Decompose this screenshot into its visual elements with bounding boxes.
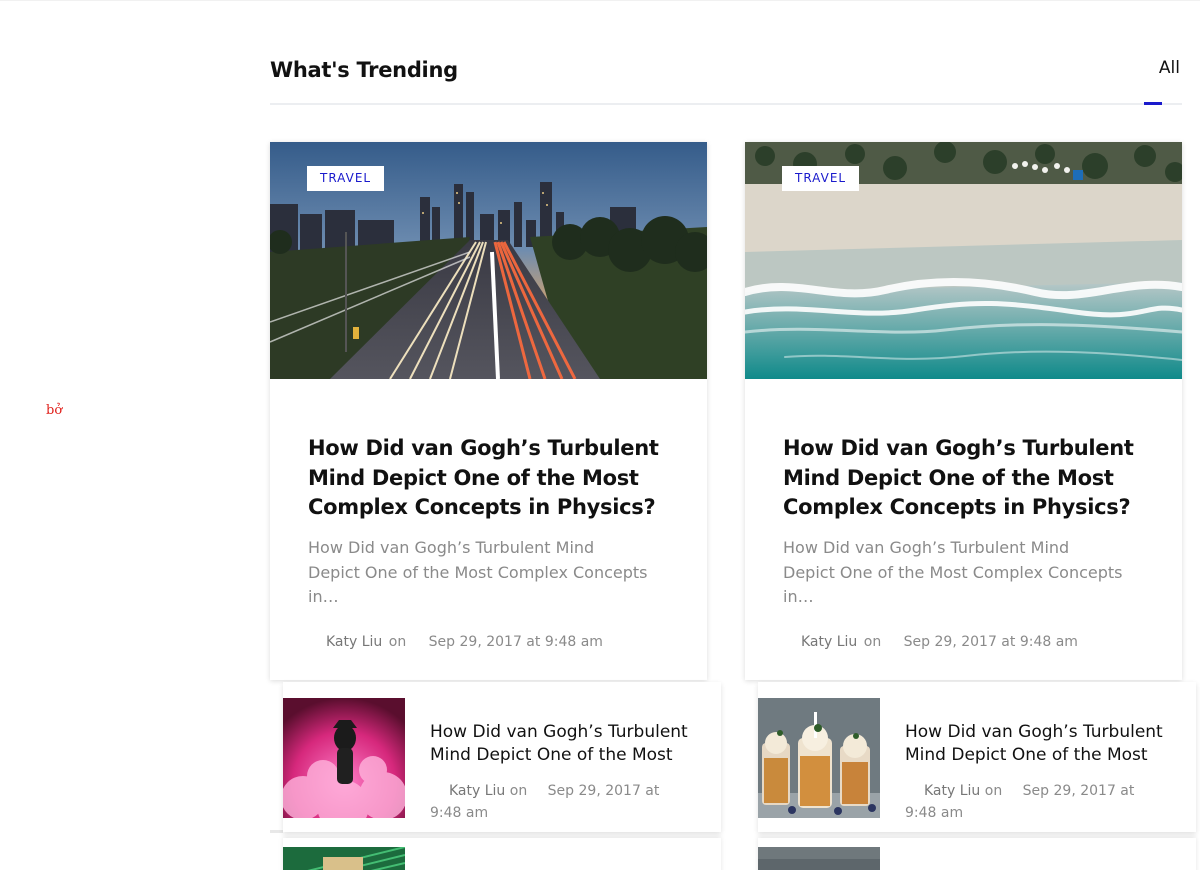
post-meta: Katy Liu on Sep 29, 2017 at 9:48 am xyxy=(801,634,1078,650)
post-date: Sep 29, 2017 at 9:48 am xyxy=(428,634,603,650)
post-card[interactable]: TRAVEL How Did van Gogh’s Turbulent Mind… xyxy=(270,142,707,680)
mini-post-thumbnail[interactable] xyxy=(758,698,880,818)
mini-post-title[interactable]: How Did van Gogh’s Turbulent Mind Depict… xyxy=(905,721,1175,767)
post-card[interactable]: TRAVEL How Did van Gogh’s Turbulent Mind… xyxy=(745,142,1182,680)
post-author[interactable]: Katy Liu xyxy=(924,783,980,799)
post-title[interactable]: How Did van Gogh’s Turbulent Mind Depict… xyxy=(783,434,1143,523)
top-divider xyxy=(0,0,1200,1)
category-badge[interactable]: TRAVEL xyxy=(782,166,860,191)
mini-post-thumbnail[interactable] xyxy=(758,847,880,870)
post-title[interactable]: How Did van Gogh’s Turbulent Mind Depict… xyxy=(308,434,668,523)
post-meta-on: on xyxy=(388,634,407,650)
post-author[interactable]: Katy Liu xyxy=(326,634,382,650)
post-meta-on: on xyxy=(509,783,528,799)
mini-post-meta: Katy Liu on Sep 29, 2017 at 9:48 am xyxy=(905,780,1155,824)
mini-post-thumbnail[interactable] xyxy=(283,698,405,818)
mini-post-thumbnail[interactable] xyxy=(283,847,405,870)
divider xyxy=(270,830,283,833)
section-title: What's Trending xyxy=(270,58,458,82)
post-card-image[interactable]: TRAVEL xyxy=(270,142,707,379)
mini-post-title[interactable]: How Did van Gogh’s Turbulent Mind Depict… xyxy=(430,721,700,767)
stray-text: bở xyxy=(46,403,63,418)
mini-post[interactable]: How Did van Gogh’s Turbulent Mind Depict… xyxy=(283,682,721,832)
tab-all[interactable]: All xyxy=(1159,58,1180,78)
mini-post[interactable]: How Did van Gogh’s Turbulent Mind Depict… xyxy=(758,682,1196,832)
post-card-image[interactable]: TRAVEL xyxy=(745,142,1182,379)
post-excerpt: How Did van Gogh’s Turbulent Mind Depict… xyxy=(308,538,648,606)
post-meta: Katy Liu on Sep 29, 2017 at 9:48 am xyxy=(326,634,603,650)
post-meta-on: on xyxy=(863,634,882,650)
mini-post-meta: Katy Liu on Sep 29, 2017 at 9:48 am xyxy=(430,780,680,824)
mini-post[interactable] xyxy=(283,838,721,870)
post-date: Sep 29, 2017 at 9:48 am xyxy=(903,634,1078,650)
post-author[interactable]: Katy Liu xyxy=(801,634,857,650)
category-badge[interactable]: TRAVEL xyxy=(307,166,385,191)
post-author[interactable]: Katy Liu xyxy=(449,783,505,799)
mini-post[interactable] xyxy=(758,838,1196,870)
tab-active-indicator xyxy=(1144,102,1162,105)
post-excerpt: How Did van Gogh’s Turbulent Mind Depict… xyxy=(783,538,1123,606)
section-header: What's Trending All xyxy=(270,52,1182,105)
post-meta-on: on xyxy=(984,783,1003,799)
